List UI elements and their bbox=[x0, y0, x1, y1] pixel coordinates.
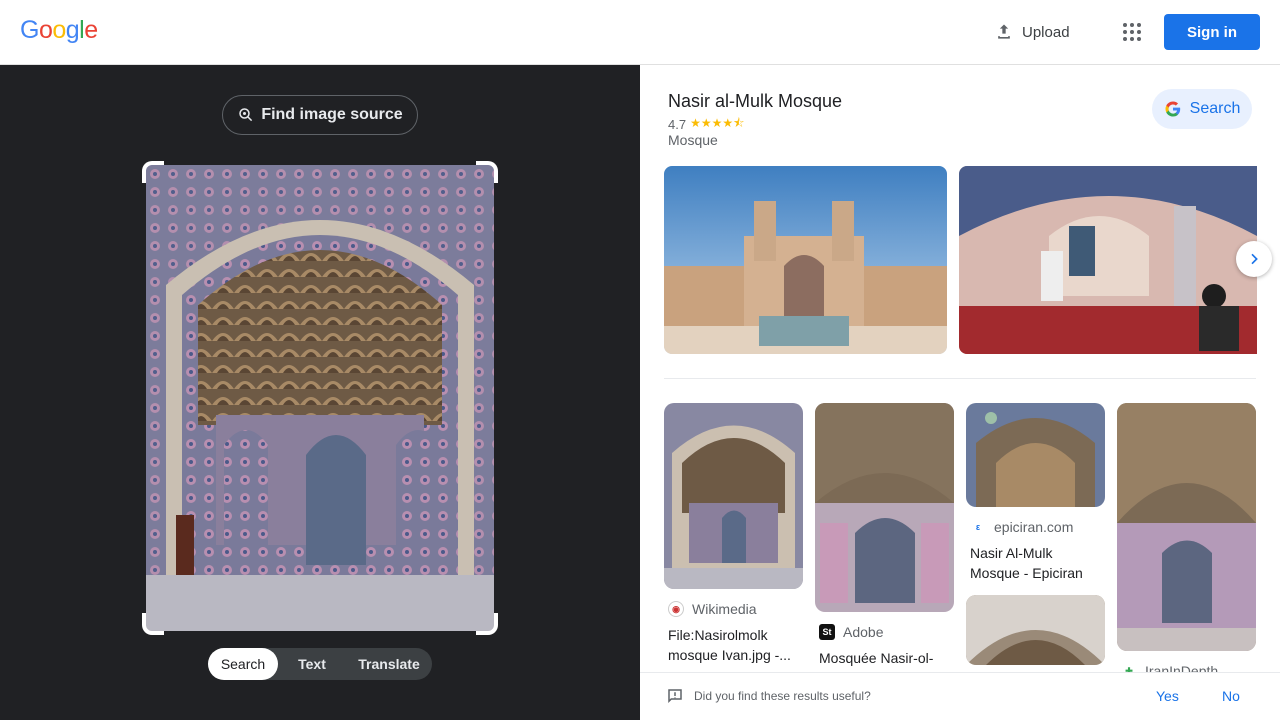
visual-match-result[interactable]: St Adobe Mosquée Nasir-ol- bbox=[815, 403, 954, 668]
carousel-next-button[interactable] bbox=[1236, 241, 1272, 277]
feedback-no-button[interactable]: No bbox=[1222, 688, 1240, 704]
feedback-yes-button[interactable]: Yes bbox=[1156, 688, 1179, 704]
result-title[interactable]: Nasir Al-Mulk Mosque - Epiciran bbox=[966, 543, 1105, 583]
result-thumbnail[interactable] bbox=[966, 595, 1105, 665]
visual-match-result[interactable]: ◉ Wikimedia File:Nasirolmolk mosque Ivan… bbox=[664, 403, 803, 665]
query-image bbox=[146, 165, 494, 631]
apps-grid-button[interactable] bbox=[1114, 14, 1150, 50]
result-thumbnail[interactable] bbox=[966, 403, 1105, 507]
top-bar: Google Upload Sign in bbox=[0, 0, 1280, 65]
results-pane: Nasir al-Mulk Mosque 4.7 ★★★★⯪ Mosque Se… bbox=[640, 65, 1280, 720]
adobe-stock-icon: St bbox=[819, 624, 835, 640]
result-source: ◉ Wikimedia bbox=[664, 601, 803, 617]
crop-handle-bottom-left[interactable] bbox=[142, 613, 164, 635]
visual-match-result[interactable]: ε epiciran.com Nasir Al-Mulk Mosque - Ep… bbox=[966, 403, 1105, 665]
lens-mode-tabs: Search Text Translate bbox=[208, 648, 432, 680]
entity-search-button[interactable]: Search bbox=[1152, 89, 1252, 129]
result-thumbnail[interactable] bbox=[1117, 403, 1256, 651]
entity-image-courtyard[interactable] bbox=[664, 166, 947, 354]
visual-match-result[interactable]: ✚ IranInDepth bbox=[1117, 403, 1256, 679]
apps-grid-icon bbox=[1123, 23, 1141, 41]
entity-title[interactable]: Nasir al-Mulk Mosque bbox=[668, 91, 842, 112]
upload-button[interactable]: Upload bbox=[984, 14, 1080, 50]
result-thumbnail[interactable] bbox=[815, 403, 954, 612]
find-image-source-button[interactable]: Find image source bbox=[222, 95, 418, 135]
crop-handle-top-right[interactable] bbox=[476, 161, 498, 183]
tab-translate[interactable]: Translate bbox=[346, 648, 432, 680]
epiciran-icon: ε bbox=[970, 519, 986, 535]
lens-search-icon bbox=[239, 108, 253, 122]
tab-search[interactable]: Search bbox=[208, 648, 278, 680]
crop-handle-top-left[interactable] bbox=[142, 161, 164, 183]
feedback-question: Did you find these results useful? bbox=[694, 689, 871, 703]
result-source: St Adobe bbox=[815, 624, 954, 640]
entity-image-interior[interactable] bbox=[959, 166, 1257, 354]
google-logo[interactable]: Google bbox=[20, 16, 98, 45]
google-g-icon bbox=[1165, 101, 1180, 117]
tab-text[interactable]: Text bbox=[278, 648, 346, 680]
wikimedia-icon: ◉ bbox=[668, 601, 684, 617]
chevron-right-icon bbox=[1251, 253, 1258, 265]
sign-in-button[interactable]: Sign in bbox=[1164, 14, 1260, 50]
rating-value: 4.7 bbox=[668, 117, 687, 132]
feedback-bar: Did you find these results useful? Yes N… bbox=[640, 672, 1280, 720]
result-thumbnail[interactable] bbox=[664, 403, 803, 589]
lens-image-pane: Find image source Search Text Translate bbox=[0, 65, 640, 720]
result-title[interactable]: Mosquée Nasir-ol- bbox=[815, 648, 954, 668]
entity-type: Mosque bbox=[668, 132, 718, 148]
section-divider bbox=[664, 378, 1256, 379]
upload-icon bbox=[998, 24, 1010, 39]
feedback-icon bbox=[668, 689, 682, 704]
result-source: ε epiciran.com bbox=[966, 519, 1105, 535]
result-title[interactable]: File:Nasirolmolk mosque Ivan.jpg -... bbox=[664, 625, 803, 665]
crop-selection[interactable] bbox=[142, 161, 498, 635]
crop-handle-bottom-right[interactable] bbox=[476, 613, 498, 635]
